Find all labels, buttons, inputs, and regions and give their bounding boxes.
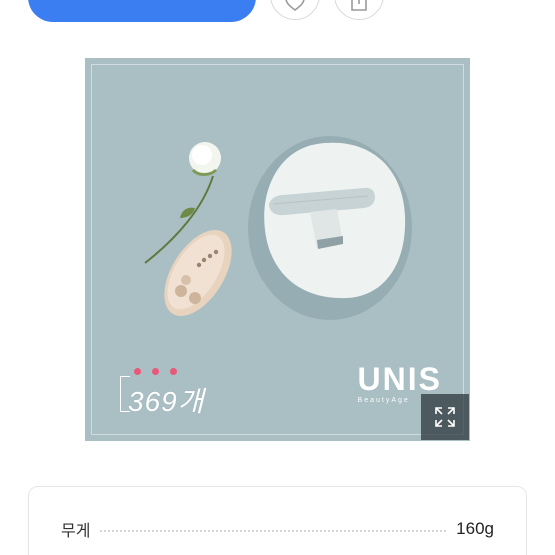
brand-name: UNIS [357,361,442,397]
expand-icon [435,407,455,427]
dot [170,368,177,375]
expand-image-button[interactable] [421,394,469,440]
spec-value: 160g [456,519,494,538]
count-text: 369개 [128,386,205,417]
chevron-right-icon: › [143,0,149,6]
dotted-leader [100,530,447,532]
heart-icon [285,0,305,11]
indicator-dots [134,368,177,375]
spec-label: 무게 [61,523,91,540]
dot [152,368,159,375]
spec-card: 무게 160g [28,486,527,555]
spec-row-weight: 무게 160g [61,517,494,541]
like-button[interactable] [270,0,320,20]
count-badge: 369개 [120,366,215,417]
product-image[interactable]: 369개 UNIS BeautyAge [85,58,470,441]
share-button[interactable] [334,0,384,20]
dot [134,368,141,375]
share-icon [351,0,367,11]
purchase-button[interactable]: › [28,0,256,22]
